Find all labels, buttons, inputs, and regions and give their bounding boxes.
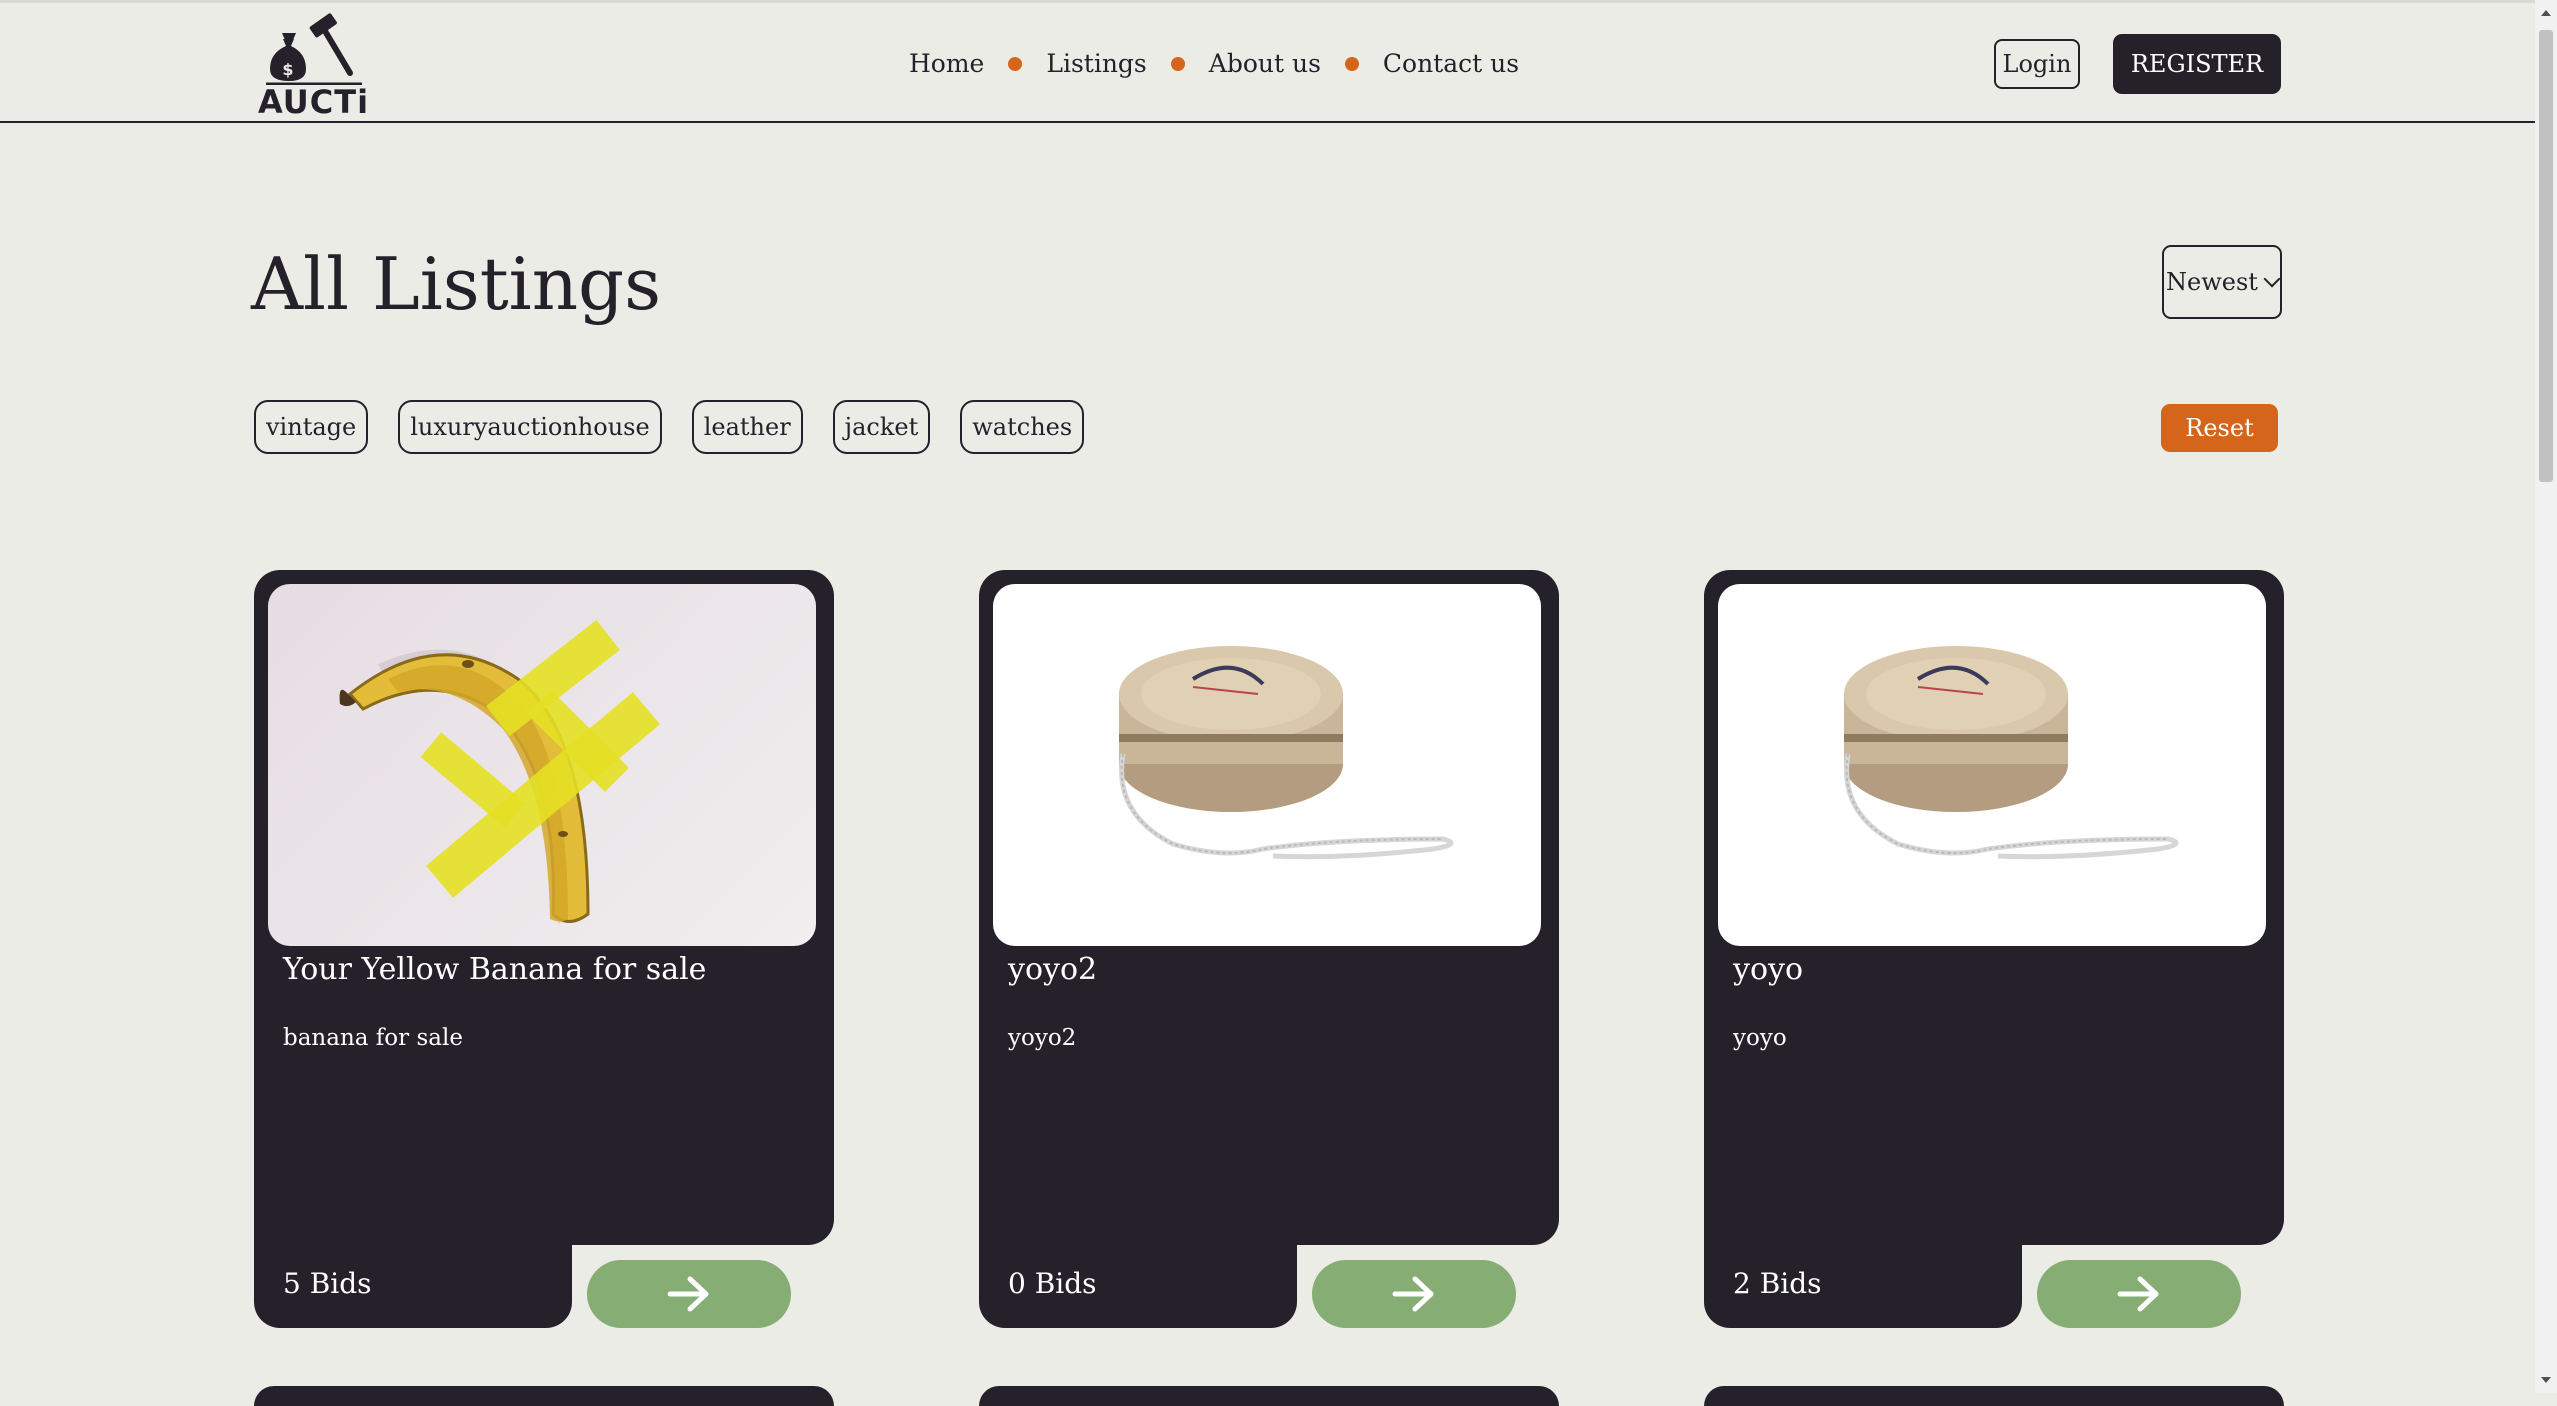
scrollbar-thumb[interactable] — [2539, 30, 2553, 482]
listing-title[interactable]: Your Yellow Banana for sale — [283, 952, 803, 987]
scroll-down-arrow-icon[interactable] — [2541, 1377, 2551, 1383]
listing-title[interactable]: yoyo — [1733, 952, 2253, 987]
listing-description: yoyo — [1733, 1025, 1787, 1051]
arrow-right-icon — [667, 1276, 709, 1312]
listing-description: yoyo2 — [1008, 1025, 1077, 1051]
yoyo-image — [1119, 646, 1454, 860]
tag-leather[interactable]: leather — [691, 400, 803, 454]
yoyo-image — [1844, 646, 2179, 860]
listing-card-next-row — [1704, 1386, 2284, 1406]
brand-logo[interactable]: $ AUCTi — [258, 13, 370, 121]
tag-luxuryauctionhouse[interactable]: luxuryauctionhouse — [398, 400, 662, 454]
vertical-scrollbar[interactable] — [2535, 0, 2557, 1393]
nav-home[interactable]: Home — [909, 49, 984, 78]
listing-description: banana for sale — [283, 1025, 463, 1051]
arrow-right-icon — [2117, 1276, 2159, 1312]
listing-bid-count: 5 Bids — [283, 1267, 372, 1300]
site-header: $ AUCTi Home Listings About us Contact u… — [0, 3, 2535, 123]
listing-image-yoyo2[interactable] — [993, 584, 1541, 946]
nav-separator-dot — [1344, 56, 1359, 71]
listing-card-footer — [1704, 1170, 2022, 1328]
listing-bid-count: 0 Bids — [1008, 1267, 1097, 1300]
nav-listings[interactable]: Listings — [1046, 49, 1146, 78]
listing-image-banana[interactable] — [268, 584, 816, 946]
gavel-money-bag-icon: $ — [266, 13, 362, 86]
listing-card-next-row — [979, 1386, 1559, 1406]
listing-card[interactable]: yoyo2 yoyo2 0 Bids — [979, 570, 1559, 1328]
listing-card-footer — [979, 1170, 1297, 1328]
view-listing-button[interactable] — [587, 1260, 791, 1328]
arrow-right-icon — [1392, 1276, 1434, 1312]
listing-card-footer — [254, 1170, 572, 1328]
main-nav: Home Listings About us Contact us — [909, 49, 1519, 78]
login-button[interactable]: Login — [1994, 39, 2080, 89]
banana-image — [339, 619, 660, 924]
view-listing-button[interactable] — [1312, 1260, 1516, 1328]
svg-text:$: $ — [282, 60, 293, 79]
page-title: All Listings — [251, 242, 662, 326]
sort-selected-value: Newest — [2166, 268, 2258, 296]
listing-card[interactable]: Your Yellow Banana for sale banana for s… — [254, 570, 834, 1328]
chevron-down-icon — [2263, 270, 2281, 288]
view-listing-button[interactable] — [2037, 1260, 2241, 1328]
listing-title[interactable]: yoyo2 — [1008, 952, 1528, 987]
reset-button[interactable]: Reset — [2161, 404, 2278, 452]
tag-filter-list: vintage luxuryauctionhouse leather jacke… — [254, 400, 1085, 454]
tag-vintage[interactable]: vintage — [254, 400, 369, 454]
sort-select[interactable]: Newest — [2162, 245, 2282, 319]
tag-watches[interactable]: watches — [960, 400, 1085, 454]
nav-separator-dot — [1170, 56, 1185, 71]
register-button[interactable]: REGISTER — [2113, 34, 2281, 94]
nav-contact-us[interactable]: Contact us — [1383, 49, 1519, 78]
listing-card-next-row — [254, 1386, 834, 1406]
listing-image-yoyo[interactable] — [1718, 584, 2266, 946]
listing-bid-count: 2 Bids — [1733, 1267, 1822, 1300]
brand-name: AUCTi — [258, 83, 370, 121]
tag-jacket[interactable]: jacket — [832, 400, 931, 454]
scroll-up-arrow-icon[interactable] — [2541, 10, 2551, 16]
nav-about-us[interactable]: About us — [1209, 49, 1321, 78]
listing-card[interactable]: yoyo yoyo 2 Bids — [1704, 570, 2284, 1328]
nav-separator-dot — [1008, 56, 1023, 71]
